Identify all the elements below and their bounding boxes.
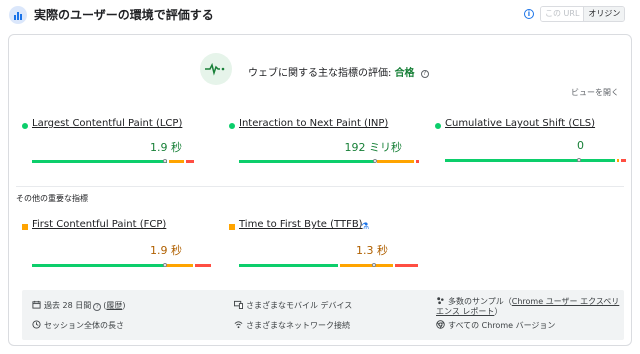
ttfb-distribution-bar [239,263,418,267]
collection-period: 過去 28 日間? (履歴) [32,300,126,311]
samples-icon [437,297,444,305]
period-help-icon[interactable]: ? [93,303,102,311]
url-origin-toggle[interactable]: この URL オリジン [540,6,626,22]
ttfb-status-square [229,224,235,230]
metric-lcp[interactable]: Largest Contentful Paint (LCP) [32,118,182,129]
cls-distribution-bar [445,158,626,162]
ttfb-value: 1.3 秒 [356,244,388,257]
experimental-flask-icon: ⚗ [361,222,370,232]
toggle-origin[interactable]: オリジン [584,7,625,21]
cwv-assessment: ウェブに関する主な指標の評価: 合格 ? [248,64,429,79]
fcp-status-square [22,224,28,230]
devices-icon [234,300,243,309]
history-link[interactable]: 履歴 [106,301,122,310]
versions-text: すべての Chrome バージョン [448,321,556,330]
expand-view-link[interactable]: ビューを開く [571,87,619,98]
cls-p75-marker [577,158,581,162]
ttfb-p75-marker [372,263,376,267]
toggle-this-url[interactable]: この URL [541,7,585,21]
mobile-text: さまざまなモバイル デバイス [246,301,353,310]
lcp-status-dot [22,123,28,129]
section-title: 実際のユーザーの環境で評価する [34,8,214,22]
assessment-result: 合格 [394,68,415,79]
chrome-icon [436,320,445,329]
period-text: 過去 28 日間 [44,301,92,310]
pulse-icon [200,53,232,85]
inp-status-dot [229,123,235,129]
help-icon[interactable]: ? [420,70,429,78]
clock-icon [32,320,41,329]
inp-value: 192 ミリ秒 [344,141,403,154]
metric-inp[interactable]: Interaction to Next Paint (INP) [239,118,388,129]
fcp-distribution-bar [32,263,211,267]
metric-fcp[interactable]: First Contentful Paint (FCP) [32,219,166,230]
fcp-value: 1.9 秒 [150,244,182,257]
metric-cls[interactable]: Cumulative Layout Shift (CLS) [445,118,595,129]
assessment-label: ウェブに関する主な指標の評価: [248,68,392,79]
network-text: さまざまなネットワーク接続 [246,321,350,330]
inp-distribution-bar [239,159,419,163]
wifi-icon [234,321,243,329]
calendar-icon [32,300,41,309]
session-text: セッション全体の長さ [44,321,124,330]
sample-info: 多数のサンプル（Chrome ユーザー エクスペリエンス レポート） [436,296,622,317]
info-icon[interactable]: i [524,9,534,19]
network-info: さまざまなネットワーク接続 [234,320,350,331]
chrome-versions: すべての Chrome バージョン [436,320,555,331]
cls-value: 0 [577,139,584,152]
fcp-p75-marker [163,263,167,267]
lcp-distribution-bar [32,159,194,163]
lcp-p75-marker [163,159,167,163]
session-duration: セッション全体の長さ [32,320,124,331]
other-metrics-title: その他の重要な指標 [16,194,88,203]
samples-suffix: ） [494,307,503,316]
cls-status-dot [435,123,441,129]
lcp-value: 1.9 秒 [150,141,182,154]
samples-text: 多数のサンプル（ [448,297,512,306]
metric-ttfb[interactable]: Time to First Byte (TTFB) [239,219,363,230]
section-divider [16,186,624,187]
inp-p75-marker [373,159,377,163]
device-info: さまざまなモバイル デバイス [234,300,352,311]
crux-logo-icon [9,6,27,24]
